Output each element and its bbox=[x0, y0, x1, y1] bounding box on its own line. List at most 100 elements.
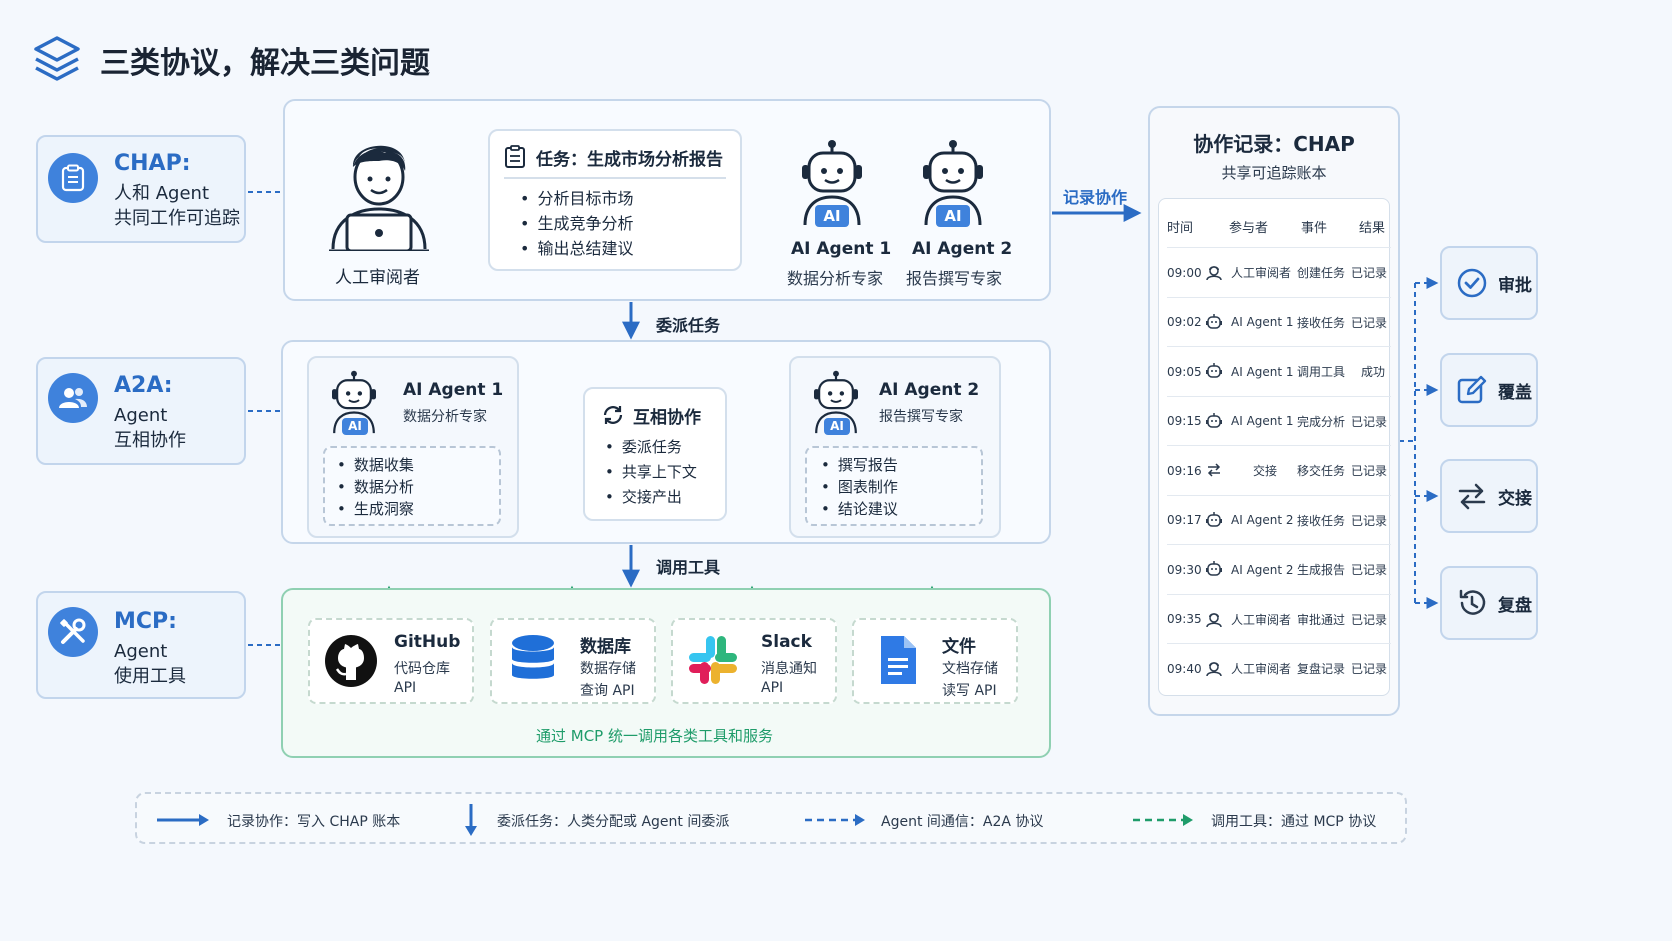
ledger-table: 时间 参与者 事件 结果 09:00 人工审阅者 创建任务 已记录 09:02 AI Ag… bbox=[1158, 198, 1391, 696]
legend-dashed-blue-arrow bbox=[805, 814, 865, 826]
history-icon bbox=[1459, 589, 1486, 615]
legend-down-arrow bbox=[465, 804, 477, 836]
robot-icon bbox=[1205, 313, 1223, 334]
header-time: 时间 bbox=[1167, 221, 1194, 236]
robot-icon bbox=[1205, 412, 1223, 433]
list-item: 委派任务 bbox=[605, 435, 697, 460]
row-actor: AI Agent 1 bbox=[1231, 315, 1294, 329]
tool-line1: 文档存储 bbox=[942, 661, 998, 677]
approve-button[interactable]: 审批 bbox=[1440, 246, 1538, 320]
row-event: 生成报告 bbox=[1297, 563, 1346, 577]
row-actor: 人工审阅者 bbox=[1231, 266, 1292, 280]
override-button[interactable]: 覆盖 bbox=[1440, 353, 1538, 427]
row-result: 已记录 bbox=[1351, 513, 1388, 528]
clipboard-icon bbox=[505, 145, 525, 168]
record-label: 记录协作 bbox=[1063, 188, 1128, 207]
human-icon bbox=[1205, 610, 1223, 631]
legend: 记录协作：写入 CHAP 账本 委派任务：人类分配或 Agent 间委派 Age… bbox=[135, 792, 1407, 844]
table-row: 09:30 AI Agent 2 生成报告 已记录 bbox=[1167, 544, 1391, 594]
collab-card: 互相协作 委派任务 共享上下文 交接产出 bbox=[583, 387, 727, 521]
agent1-tasks: 数据收集 数据分析 生成洞察 bbox=[323, 446, 501, 526]
list-item: 交接产出 bbox=[605, 485, 697, 510]
swap-icon bbox=[1205, 461, 1223, 482]
row-actor: AI Agent 2 bbox=[1231, 513, 1294, 527]
robot-icon bbox=[1205, 511, 1223, 532]
table-header: 时间 参与者 事件 结果 bbox=[1167, 217, 1391, 237]
action-label: 覆盖 bbox=[1498, 382, 1532, 403]
row-result: 已记录 bbox=[1351, 662, 1388, 676]
agent-role: 数据分析专家 bbox=[403, 409, 487, 425]
table-row: 09:40 人工审阅者 复盘记录 已记录 bbox=[1167, 643, 1391, 693]
row-actor: 人工审阅者 bbox=[1231, 662, 1292, 676]
ledger-panel: 协作记录：CHAP 共享可追踪账本 时间 参与者 事件 结果 09:00 人工审阅… bbox=[1148, 106, 1400, 716]
tool-card-database: 数据库 数据存储 查询 API bbox=[490, 618, 656, 704]
tool-name: GitHub bbox=[394, 632, 461, 652]
legend-solid-arrow bbox=[157, 814, 209, 826]
ai-badge: AI bbox=[824, 418, 850, 435]
row-time: 09:30 bbox=[1167, 562, 1202, 577]
row-time: 09:00 bbox=[1167, 265, 1202, 280]
table-row: 09:05 AI Agent 1 调用工具 成功 bbox=[1167, 346, 1391, 396]
tool-line1: 消息通知 bbox=[761, 661, 817, 677]
divider bbox=[504, 177, 726, 179]
refresh-icon bbox=[603, 406, 623, 424]
row-result: 已记录 bbox=[1351, 464, 1388, 478]
tool-line1: 数据存储 bbox=[580, 661, 636, 677]
list-item: 生成洞察 bbox=[337, 498, 414, 520]
row-event: 创建任务 bbox=[1297, 266, 1346, 280]
action-label: 交接 bbox=[1498, 488, 1532, 509]
action-label: 审批 bbox=[1498, 275, 1532, 296]
list-item: 共享上下文 bbox=[605, 460, 697, 485]
agent-role: 报告撰写专家 bbox=[906, 269, 1003, 288]
ai-badge: AI bbox=[815, 205, 849, 227]
row-actor: AI Agent 2 bbox=[1231, 562, 1294, 577]
row-result: 已记录 bbox=[1351, 612, 1388, 627]
row-actor: 交接 bbox=[1253, 464, 1278, 478]
database-icon bbox=[512, 635, 554, 679]
row-time: 09:15 bbox=[1167, 414, 1202, 428]
legend-item: Agent 间通信：A2A 协议 bbox=[881, 814, 1044, 830]
delegate-label: 委派任务 bbox=[656, 316, 721, 335]
agent-name: AI Agent 1 bbox=[403, 380, 504, 400]
row-result: 已记录 bbox=[1351, 414, 1388, 429]
list-item: 生成竞争分析 bbox=[520, 211, 633, 236]
tool-card-github: GitHub 代码仓库 API bbox=[308, 618, 474, 704]
row-result: 已记录 bbox=[1351, 266, 1388, 280]
row-time: 09:05 bbox=[1167, 364, 1202, 379]
row-event: 调用工具 bbox=[1297, 365, 1346, 379]
list-item: 数据收集 bbox=[337, 454, 414, 476]
human-icon bbox=[1205, 659, 1223, 680]
legend-item: 记录协作：写入 CHAP 账本 bbox=[227, 814, 401, 830]
row-event: 复盘记录 bbox=[1297, 662, 1346, 676]
task-list: 数据收集 数据分析 生成洞察 bbox=[337, 454, 414, 520]
list-item: 数据分析 bbox=[337, 476, 414, 498]
slack-icon bbox=[689, 636, 737, 684]
tool-name: Slack bbox=[761, 632, 812, 652]
tool-name: 数据库 bbox=[580, 637, 631, 657]
tool-line2: API bbox=[761, 680, 784, 696]
mcp-footer: 通过 MCP 统一调用各类工具和服务 bbox=[536, 727, 773, 745]
review-button[interactable]: 复盘 bbox=[1440, 566, 1538, 640]
row-event: 完成分析 bbox=[1297, 414, 1346, 429]
row-time: 09:40 bbox=[1167, 661, 1202, 676]
list-item: 撰写报告 bbox=[821, 454, 898, 476]
ai-badge: AI bbox=[342, 418, 368, 435]
task-card: 任务：生成市场分析报告 分析目标市场 生成竞争分析 输出总结建议 bbox=[488, 129, 742, 271]
task-title: 任务：生成市场分析报告 bbox=[536, 150, 723, 170]
table-row: 09:17 AI Agent 2 接收任务 已记录 bbox=[1167, 494, 1391, 545]
task-list: 撰写报告 图表制作 结论建议 bbox=[821, 454, 898, 520]
header-event: 事件 bbox=[1301, 221, 1328, 236]
collab-title: 互相协作 bbox=[633, 408, 701, 428]
row-result: 成功 bbox=[1361, 365, 1386, 379]
a2a-panel: AI AI Agent 1 数据分析专家 数据收集 数据分析 生成洞察 互相协作… bbox=[281, 340, 1051, 544]
row-event: 移交任务 bbox=[1297, 464, 1346, 478]
github-icon bbox=[325, 635, 377, 687]
ledger-title: 协作记录：CHAP bbox=[1193, 132, 1355, 156]
agent2-tasks: 撰写报告 图表制作 结论建议 bbox=[805, 446, 983, 526]
edit-icon bbox=[1457, 375, 1487, 404]
row-event: 接收任务 bbox=[1297, 315, 1346, 330]
collab-list: 委派任务 共享上下文 交接产出 bbox=[605, 435, 697, 510]
chap-panel: 人工审阅者 任务：生成市场分析报告 分析目标市场 生成竞争分析 输出总结建议 A… bbox=[283, 99, 1051, 301]
row-result: 已记录 bbox=[1351, 563, 1388, 577]
handoff-button[interactable]: 交接 bbox=[1440, 459, 1538, 533]
